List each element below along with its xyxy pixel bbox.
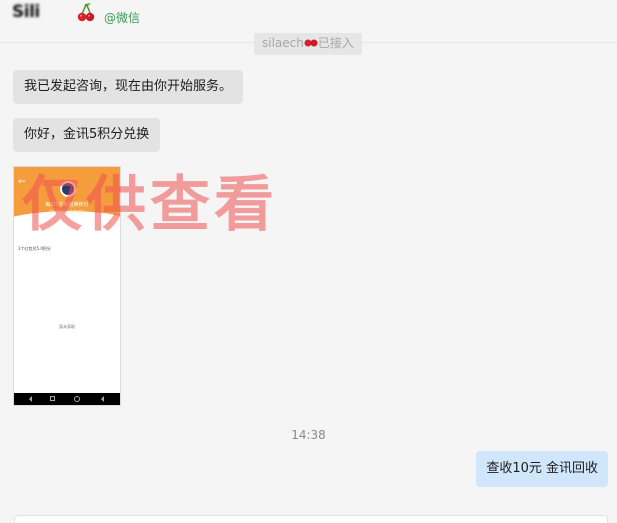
screenshot-row: 1个红包兑5.0积分 [18,246,51,251]
square-icon [50,396,55,401]
wechat-source-tag: @微信 [104,11,141,25]
message-text: 你好，金讯5积分兑换 [24,127,150,142]
timestamp: 14:38 [291,428,326,442]
home-icon [74,396,80,402]
image-message[interactable]: ← 每日1兑红包换积分 金讯5积分 兑换成功 1个红包兑5.0积分 暂未获取 [13,166,121,406]
message-bubble-incoming[interactable]: 我已发起咨询，现在由你开始服务。 [13,70,244,104]
message-input[interactable] [14,515,608,523]
android-nav-bar [14,393,120,405]
message-text: 我已发起咨询，现在由你开始服务。 [24,79,233,94]
message-bubble-outgoing[interactable]: 查收10元 金讯回收 [476,451,608,487]
system-notice: silaech 已接入 [254,33,362,55]
back-icon [98,396,104,402]
contact-name[interactable]: Sili [12,2,40,22]
screenshot-header: ← 每日1兑红包换积分 金讯5积分 兑换成功 [14,167,120,271]
message-text: 查收10元 金讯回收 [486,461,598,476]
cherry-icon [77,3,95,22]
menu-icon [26,396,32,402]
system-notice-status: 已接入 [317,36,354,50]
system-notice-agent: silaech [262,36,304,50]
message-bubble-incoming[interactable]: 你好，金讯5积分兑换 [13,118,161,152]
app-logo-icon [60,181,76,197]
back-arrow-icon: ← [18,177,26,187]
screenshot-title: 每日1兑红包换积分 [45,202,89,208]
cherry-icon [304,39,318,47]
screenshot-subtitle: 金讯5积分 兑换成功 [49,209,85,214]
screenshot-empty-state: 暂未获取 [59,324,75,329]
